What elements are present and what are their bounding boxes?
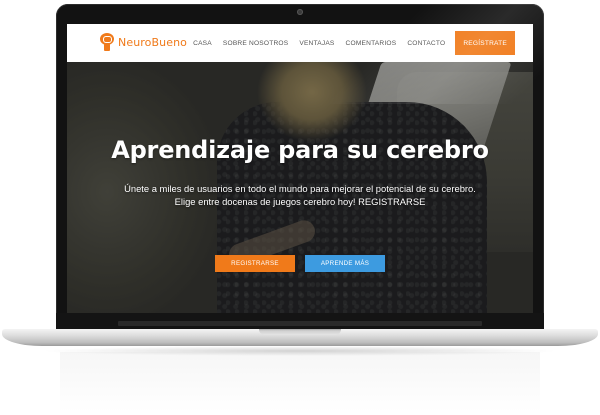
hero-section: Aprendizaje para su cerebro Únete a mile… <box>67 62 533 313</box>
nav-item-ventajas[interactable]: VENTAJAS <box>299 40 334 47</box>
hero-subtitle: Únete a miles de usuarios en todo el mun… <box>67 182 533 208</box>
hero-subtitle-line-2: Elige entre docenas de juegos cerebro ho… <box>174 196 426 207</box>
main-nav: CASA SOBRE NOSOTROS VENTAJAS COMENTARIOS… <box>182 24 515 62</box>
nav-item-contacto[interactable]: CONTACTO <box>407 40 445 47</box>
brain-head-icon <box>99 33 115 51</box>
logo-text: NeuroBueno <box>118 35 187 49</box>
nav-item-comentarios[interactable]: COMENTARIOS <box>346 40 397 47</box>
site-logo[interactable]: NeuroBueno <box>99 33 187 51</box>
laptop-notch <box>259 329 341 335</box>
nav-item-casa[interactable]: CASA <box>193 40 212 47</box>
register-nav-button[interactable]: REGÍSTRATE <box>455 31 515 55</box>
site-header: NeuroBueno CASA SOBRE NOSOTROS VENTAJAS … <box>67 24 533 62</box>
register-button[interactable]: REGISTRARSE <box>215 255 295 272</box>
nav-item-sobre-nosotros[interactable]: SOBRE NOSOTROS <box>223 40 288 47</box>
hero-buttons: REGISTRARSE APRENDE MÁS <box>67 255 533 272</box>
learn-more-button[interactable]: APRENDE MÁS <box>305 255 385 272</box>
hero-title: Aprendizaje para su cerebro <box>111 136 489 164</box>
camera-icon <box>297 9 303 15</box>
laptop-mockup: NeuroBueno CASA SOBRE NOSOTROS VENTAJAS … <box>0 0 600 415</box>
hero-subtitle-line-1: Únete a miles de usuarios en todo el mun… <box>124 183 476 194</box>
laptop-screen: NeuroBueno CASA SOBRE NOSOTROS VENTAJAS … <box>67 24 533 313</box>
